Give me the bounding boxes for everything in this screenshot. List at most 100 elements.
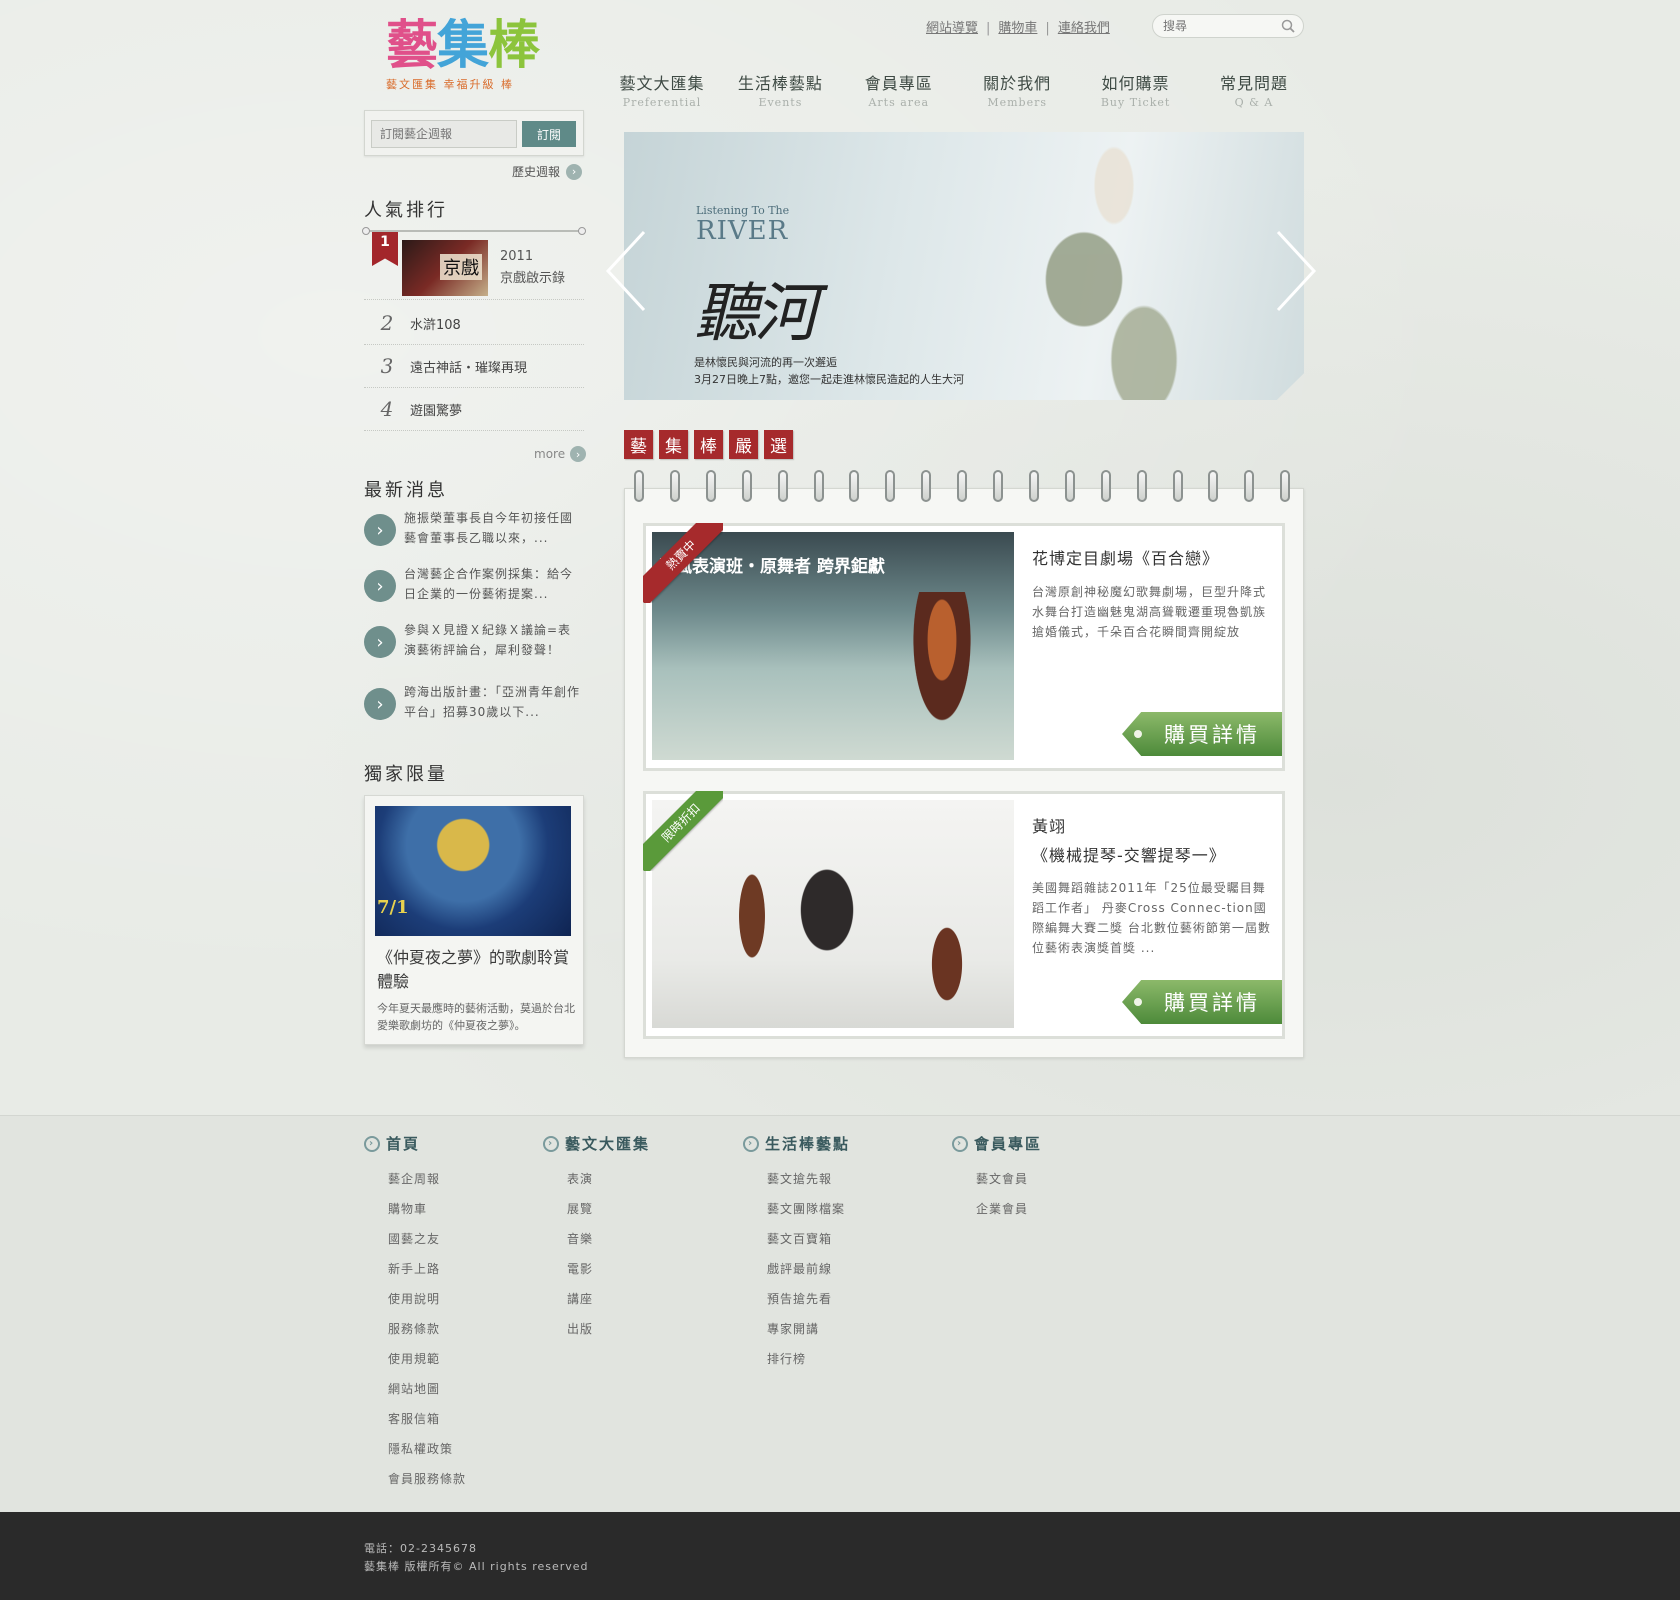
news-item[interactable]: › 台灣藝企合作案例採集：給今日企業的一份藝術提案... <box>364 564 584 614</box>
footer-link[interactable]: 企業會員 <box>976 1194 1042 1224</box>
top-links: 網站導覽 | 購物車 | 連絡我們 <box>926 21 1110 36</box>
news-item[interactable]: › 施振榮董事長自今年初接任國藝會董事長乙職以來，... <box>364 508 584 558</box>
ranking-item-1[interactable]: 1 京戲 2011 京戲啟示錄 <box>364 232 584 300</box>
featured-notebook: 屏風表演班・原舞者 跨界鉅獻 熱賣中 花博定目劇場《百合戀》 台灣原創神秘魔幻歌… <box>624 488 1304 1058</box>
binder-ring <box>921 470 932 502</box>
banner-prev-icon[interactable] <box>604 228 648 314</box>
nav-preferential[interactable]: 藝文大匯集 Preferential <box>612 70 712 109</box>
footer-link[interactable]: 網站地圖 <box>388 1374 466 1404</box>
binder-ring <box>669 470 680 502</box>
footer-link[interactable]: 使用規範 <box>388 1344 466 1374</box>
footer-link[interactable]: 戲評最前線 <box>767 1254 850 1284</box>
footer-link[interactable]: 隱私權政策 <box>388 1434 466 1464</box>
nav-buy-ticket[interactable]: 如何購票 Buy Ticket <box>1086 70 1186 109</box>
footer-link[interactable]: 藝文百寶箱 <box>767 1224 850 1254</box>
footer-link[interactable]: 會員服務條款 <box>388 1464 466 1494</box>
footer-col-life: › 生活棒藝點 藝文搶先報 藝文團隊檔案 藝文百寶箱 戲評最前線 預告搶先看 專家… <box>743 1133 850 1374</box>
binder-ring <box>849 470 860 502</box>
footer-link[interactable]: 藝文團隊檔案 <box>767 1194 850 1224</box>
binder-ring <box>634 470 644 502</box>
binder-ring <box>1244 470 1255 502</box>
history-newsletter-link[interactable]: 歷史週報 › <box>512 163 583 180</box>
arrow-right-icon: › <box>952 1135 968 1152</box>
arrow-right-icon: › <box>566 163 583 180</box>
footer-link[interactable]: 電影 <box>567 1254 650 1284</box>
footer-link[interactable]: 藝文會員 <box>976 1164 1042 1194</box>
buy-details-button[interactable]: 購買詳情 <box>1122 980 1282 1024</box>
banner-next-icon[interactable] <box>1274 228 1318 314</box>
featured-card: 屏風表演班・原舞者 跨界鉅獻 熱賣中 花博定目劇場《百合戀》 台灣原創神秘魔幻歌… <box>643 523 1285 771</box>
ranking-more-link[interactable]: more › <box>534 446 587 462</box>
search-input[interactable] <box>1153 15 1271 37</box>
buy-details-button[interactable]: 購買詳情 <box>1122 712 1282 756</box>
binder-ring <box>741 470 752 502</box>
footer-link[interactable]: 新手上路 <box>388 1254 466 1284</box>
hero-banner[interactable]: Listening To The RIVER 聽河 是林懷民與河流的再一次邂逅 … <box>624 132 1304 400</box>
binder-ring <box>1280 470 1291 502</box>
arrow-right-icon: › <box>364 1135 380 1152</box>
newsletter-email-input[interactable] <box>371 120 517 148</box>
footer-link[interactable]: 國藝之友 <box>388 1224 466 1254</box>
footer-link[interactable]: 表演 <box>567 1164 650 1194</box>
chevron-right-icon: › <box>364 514 396 546</box>
nav-members[interactable]: 關於我們 Members <box>967 70 1067 109</box>
footer-col-arts: › 藝文大匯集 表演 展覽 音樂 電影 講座 出版 <box>543 1133 650 1344</box>
binder-ring <box>1064 470 1075 502</box>
nav-qa[interactable]: 常見問題 Q & A <box>1204 70 1304 109</box>
footer-link[interactable]: 預告搶先看 <box>767 1284 850 1314</box>
footer-phone: 電話：02-2345678 <box>364 1542 477 1555</box>
link-contact[interactable]: 連絡我們 <box>1058 21 1110 36</box>
site-logo[interactable]: 藝集棒 藝文匯集 幸福升級 棒 <box>386 16 586 96</box>
footer-link[interactable]: 講座 <box>567 1284 650 1314</box>
binder-ring <box>705 470 716 502</box>
rank-ribbon: 1 <box>372 232 398 266</box>
binder-ring <box>993 470 1003 502</box>
nav-events[interactable]: 生活棒藝點 Events <box>730 70 830 109</box>
featured-badges: 藝集棒嚴選 <box>624 430 793 459</box>
exclusive-image: 7/1 <box>375 806 571 936</box>
binder-ring <box>777 470 788 502</box>
main-nav: 藝文大匯集 Preferential 生活棒藝點 Events 會員專區 Arts a… <box>612 70 1304 109</box>
link-cart[interactable]: 購物車 <box>998 21 1037 36</box>
search-box <box>1152 14 1304 38</box>
ranking-item-3[interactable]: 3 遠古神話・璀璨再現 <box>364 345 584 388</box>
ranking-item-4[interactable]: 4 遊園驚夢 <box>364 388 584 431</box>
search-icon[interactable] <box>1281 19 1295 33</box>
news-item[interactable]: › 參與Ｘ見證Ｘ紀錄Ｘ議論=表演藝術評論台，犀利發聲！ <box>364 620 584 670</box>
nav-arts-area[interactable]: 會員專區 Arts area <box>849 70 949 109</box>
footer-link[interactable]: 藝文搶先報 <box>767 1164 850 1194</box>
footer-link[interactable]: 購物車 <box>388 1194 466 1224</box>
logo-text: 藝集棒 <box>386 15 540 76</box>
ranking-item-2[interactable]: 2 水滸108 <box>364 302 584 345</box>
featured-desc: 美國舞蹈雜誌2011年「25位最受矚目舞蹈工作者」 丹麥Cross Connec… <box>1032 881 1271 955</box>
arrow-right-icon: › <box>570 446 587 462</box>
chevron-right-icon: › <box>364 688 396 720</box>
exclusive-title: 獨家限量 <box>364 764 448 785</box>
exclusive-card[interactable]: 7/1 《仲夏夜之夢》的歌劇聆賞體驗 今年夏天最應時的藝術活動，莫過於台北愛樂歌… <box>364 795 584 1045</box>
link-sitemap[interactable]: 網站導覽 <box>926 21 978 36</box>
footer-link[interactable]: 使用說明 <box>388 1284 466 1314</box>
footer-link[interactable]: 排行榜 <box>767 1344 850 1374</box>
featured-title: 黃翊 《機械提琴-交響提琴一》 <box>1032 817 1226 865</box>
featured-title: 花博定目劇場《百合戀》 <box>1032 549 1220 568</box>
notebook-rings <box>626 470 1302 504</box>
footer-link[interactable]: 客服信箱 <box>388 1404 466 1434</box>
binder-ring <box>1028 470 1039 502</box>
subscribe-button[interactable]: 訂閱 <box>522 121 576 147</box>
footer-link[interactable]: 出版 <box>567 1314 650 1344</box>
chevron-right-icon: › <box>364 626 396 658</box>
ranking-title: 人氣排行 <box>364 200 448 221</box>
hot-sale-tag: 熱賣中 <box>643 523 723 603</box>
footer-link[interactable]: 音樂 <box>567 1224 650 1254</box>
footer-link[interactable]: 藝企周報 <box>388 1164 466 1194</box>
chevron-right-icon: › <box>364 570 396 602</box>
logo-tagline: 藝文匯集 幸福升級 棒 <box>386 78 514 91</box>
footer-link[interactable]: 展覽 <box>567 1194 650 1224</box>
featured-desc: 台灣原創神秘魔幻歌舞劇場，巨型升降式水舞台打造幽魅鬼湖高聳戰遷重現魯凱族搶婚儀式… <box>1032 585 1267 639</box>
news-item[interactable]: › 跨海出版計畫：「亞洲青年創作平台」招募30歲以下... <box>364 682 584 732</box>
footer-link[interactable]: 專家開講 <box>767 1314 850 1344</box>
exclusive-item-title: 《仲夏夜之夢》的歌劇聆賞體驗 <box>377 948 570 991</box>
footer-link[interactable]: 服務條款 <box>388 1314 466 1344</box>
binder-ring <box>1136 470 1147 502</box>
limited-discount-tag: 限時折扣 <box>643 791 723 871</box>
